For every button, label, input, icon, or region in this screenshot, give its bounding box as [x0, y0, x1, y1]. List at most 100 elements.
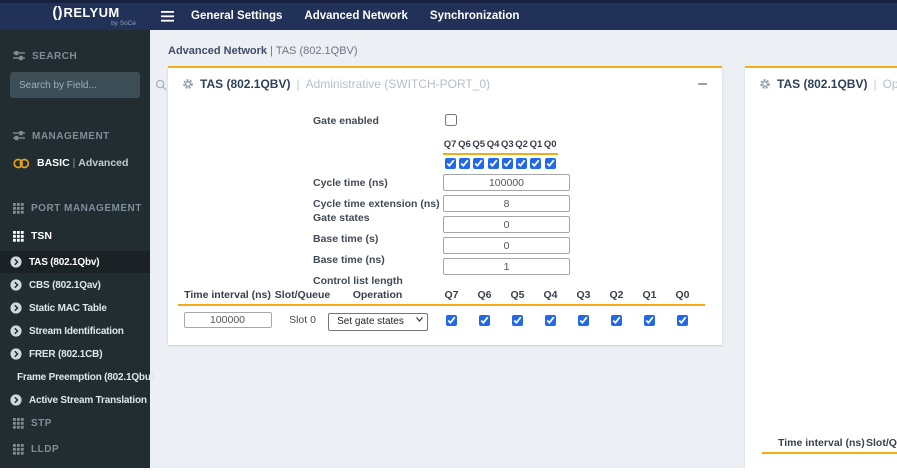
sidebar-item-label: TSN: [31, 230, 52, 242]
gate-state-q7-checkbox[interactable]: [444, 158, 456, 169]
sidebar-item-label: TAS (802.1Qbv): [29, 256, 100, 268]
sidebar-item-tas[interactable]: TAS (802.1Qbv): [0, 251, 150, 273]
queue-header: Q4: [486, 139, 500, 150]
card-header: TAS (802.1QBV) | Operative (SWITCH-PORT_…: [759, 77, 897, 91]
grid-icon: [13, 230, 24, 242]
bottom-strip: [0, 468, 897, 476]
sidebar-section-port-management: PORT MANAGEMENT: [0, 198, 150, 218]
sidebar-item-label: Frame Preemption (802.1Qbu): [17, 371, 154, 383]
gate-states-checkboxes: [443, 158, 558, 169]
queue-header: Q0: [543, 139, 557, 150]
sidebar-search: [10, 72, 167, 98]
chevron-circle-icon: [10, 394, 22, 406]
col-slot-queue: Slot/Queue: [274, 289, 331, 301]
col-q6: Q6: [477, 289, 492, 301]
gear-icon: [760, 79, 770, 89]
sidebar-item-basic-advanced[interactable]: BASIC | Advanced: [0, 152, 150, 174]
menu-general-settings[interactable]: General Settings: [180, 3, 293, 30]
gate-state-q2-checkbox[interactable]: [516, 158, 528, 169]
row-q6-checkbox[interactable]: [479, 314, 490, 326]
sidebar-item-frame-preemption[interactable]: Frame Preemption (802.1Qbu): [0, 366, 154, 388]
sidebar-item-label: LLDP: [31, 443, 60, 455]
cycle-time-extension-label: Cycle time extension (ns): [313, 198, 440, 210]
collapse-button[interactable]: [696, 78, 708, 90]
row-q4-checkbox[interactable]: [545, 314, 556, 326]
sidebar-item-label: BASIC | Advanced: [37, 157, 129, 169]
menu-synchronization[interactable]: Synchronization: [419, 3, 530, 30]
time-interval-input[interactable]: [183, 312, 272, 328]
breadcrumb-section: Advanced Network: [168, 45, 268, 57]
breadcrumb: Advanced Network | TAS (802.1QBV): [168, 45, 358, 57]
sidebar-section-management: MANAGEMENT: [0, 126, 150, 146]
operation-select[interactable]: Set gate states: [327, 312, 428, 331]
chevron-circle-icon: [10, 256, 22, 268]
col-q3: Q3: [576, 289, 591, 301]
cycle-time-label: Cycle time (ns): [313, 177, 388, 189]
gate-states-queue-headers: Q7 Q6 Q5 Q4 Q3 Q2 Q1 Q0: [443, 139, 558, 150]
menu-advanced-network[interactable]: Advanced Network: [293, 3, 419, 30]
sidebar-item-stp[interactable]: STP: [0, 413, 150, 433]
row-q7-checkbox[interactable]: [446, 314, 457, 326]
col-q0: Q0: [675, 289, 690, 301]
orange-divider: [178, 304, 705, 306]
breadcrumb-separator: |: [267, 45, 276, 57]
control-list-table-row: Slot 0 Set gate states: [180, 310, 699, 331]
queue-header: Q1: [529, 139, 543, 150]
sidebar-item-active-stream-translation[interactable]: Active Stream Translation: [0, 389, 150, 411]
control-list-length-input[interactable]: [443, 258, 570, 275]
search-input[interactable]: [10, 79, 155, 91]
gate-state-q5-checkbox[interactable]: [473, 158, 485, 169]
sidebar-item-static-mac-table[interactable]: Static MAC Table: [0, 297, 150, 319]
grid-icon: [13, 443, 24, 455]
grid-icon: [13, 417, 24, 429]
queue-header: Q7: [443, 139, 457, 150]
sliders-icon: [13, 51, 25, 61]
row-q5-checkbox[interactable]: [512, 314, 523, 326]
base-time-ns-input[interactable]: [443, 237, 570, 254]
sidebar-item-lldp[interactable]: LLDP: [0, 439, 150, 459]
brand-mark-icon: ( ): [52, 4, 62, 21]
top-bar: ( ) RELYUM by SoCe General Settings Adva…: [0, 0, 897, 30]
col-slot-queue: Slot/Queue: [866, 437, 897, 449]
row-q3-checkbox[interactable]: [578, 314, 589, 326]
grid-icon: [13, 202, 24, 214]
sidebar-item-cbs[interactable]: CBS (802.1Qav): [0, 274, 150, 296]
gate-enabled-checkbox[interactable]: [445, 114, 457, 126]
cycle-time-input[interactable]: [443, 174, 570, 191]
row-q1-checkbox[interactable]: [644, 314, 655, 326]
sidebar-item-frer[interactable]: FRER (802.1CB): [0, 343, 150, 365]
gate-state-q4-checkbox[interactable]: [487, 158, 499, 169]
card-subtitle: Operative (SWITCH-PORT_0): [882, 77, 897, 91]
base-time-s-input[interactable]: [443, 216, 570, 233]
brand-name: RELYUM: [63, 5, 120, 20]
search-icon[interactable]: [155, 79, 167, 91]
sidebar-item-stream-identification[interactable]: Stream Identification: [0, 320, 150, 342]
sidebar-item-label: FRER (802.1CB): [29, 348, 103, 360]
row-q2-checkbox[interactable]: [611, 314, 622, 326]
hamburger-icon[interactable]: [154, 3, 180, 30]
card-title-separator: |: [873, 77, 877, 91]
sidebar-section-label: MANAGEMENT: [32, 130, 110, 142]
gate-state-q3-checkbox[interactable]: [501, 158, 513, 169]
sidebar-item-tsn[interactable]: TSN: [0, 225, 150, 247]
base-time-ns-label: Base time (ns): [313, 254, 385, 266]
queue-header: Q2: [515, 139, 528, 150]
gate-state-q0-checkbox[interactable]: [544, 158, 556, 169]
row-q0-checkbox[interactable]: [677, 314, 688, 326]
sidebar-item-label: Static MAC Table: [29, 302, 107, 314]
card-header: TAS (802.1QBV) | Administrative (SWITCH-…: [182, 77, 490, 91]
sidebar-item-label: STP: [31, 417, 52, 429]
col-q5: Q5: [510, 289, 525, 301]
base-time-s-label: Base time (s): [313, 233, 379, 245]
card-title-separator: |: [296, 77, 300, 91]
gate-state-q6-checkbox[interactable]: [458, 158, 470, 169]
col-q7: Q7: [444, 289, 459, 301]
gate-state-q1-checkbox[interactable]: [530, 158, 542, 169]
sidebar-section-search: SEARCH: [0, 46, 150, 66]
chevron-circle-icon: [10, 325, 22, 337]
card-subtitle: Administrative (SWITCH-PORT_0): [305, 77, 491, 91]
administrative-card: TAS (802.1QBV) | Administrative (SWITCH-…: [168, 66, 722, 345]
control-list-length-label: Control list length: [313, 275, 403, 287]
chevron-circle-icon: [10, 302, 22, 314]
cycle-time-extension-input[interactable]: [443, 195, 570, 212]
